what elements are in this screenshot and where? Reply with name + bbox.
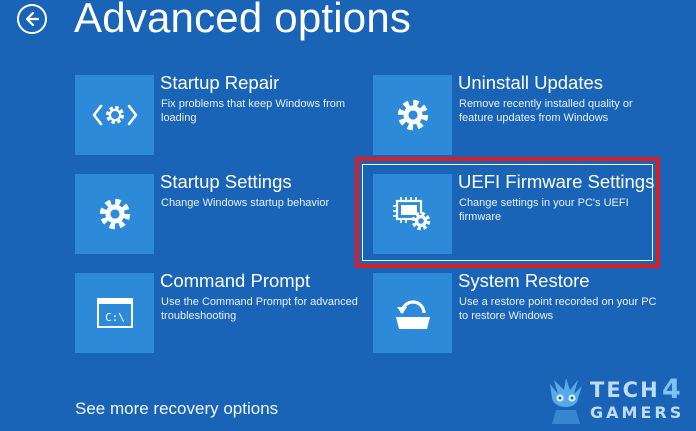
option-tile xyxy=(373,75,452,155)
mascot-icon xyxy=(550,378,582,424)
watermark-logo: TECH 4 GAMERS xyxy=(544,374,694,430)
option-system-restore[interactable]: System Restore Use a restore point recor… xyxy=(373,270,663,353)
focus-outline xyxy=(362,164,653,261)
option-tile xyxy=(373,273,452,353)
option-description: Use the Command Prompt for advanced trou… xyxy=(161,296,358,322)
option-title: Startup Repair xyxy=(160,72,280,93)
option-tile: C:\ xyxy=(75,273,154,353)
watermark-line1: TECH xyxy=(590,378,660,402)
gear-icon xyxy=(397,99,428,131)
option-description: Use a restore point recorded on your PC … xyxy=(459,296,657,322)
back-button[interactable] xyxy=(17,4,47,34)
terminal-icon-text: C:\ xyxy=(105,311,125,324)
option-uninstall-updates[interactable]: Uninstall Updates Remove recently instal… xyxy=(373,72,663,155)
gear-icon xyxy=(99,198,130,230)
option-description: Remove recently installed quality or fea… xyxy=(459,98,633,124)
option-command-prompt[interactable]: C:\ Command Prompt Use the Command Promp… xyxy=(75,270,365,353)
page-title: Advanced options xyxy=(74,0,412,41)
back-arrow-icon xyxy=(25,11,40,27)
watermark-digit: 4 xyxy=(662,374,683,405)
option-title: Uninstall Updates xyxy=(458,72,603,93)
see-more-recovery-options-link[interactable]: See more recovery options xyxy=(75,399,278,419)
code-gear-icon xyxy=(92,104,137,126)
option-startup-repair[interactable]: Startup Repair Fix problems that keep Wi… xyxy=(75,72,365,155)
option-description: Fix problems that keep Windows from load… xyxy=(161,98,346,124)
terminal-icon: C:\ xyxy=(96,298,133,328)
option-title: Command Prompt xyxy=(160,270,311,291)
option-title: System Restore xyxy=(458,270,590,291)
option-tile xyxy=(75,174,154,254)
option-description: Change Windows startup behavior xyxy=(161,197,330,209)
option-title: Startup Settings xyxy=(160,171,292,192)
restore-icon xyxy=(395,300,430,329)
option-startup-settings[interactable]: Startup Settings Change Windows startup … xyxy=(75,171,365,254)
option-tile xyxy=(75,75,154,155)
watermark-line2: GAMERS xyxy=(590,403,685,422)
